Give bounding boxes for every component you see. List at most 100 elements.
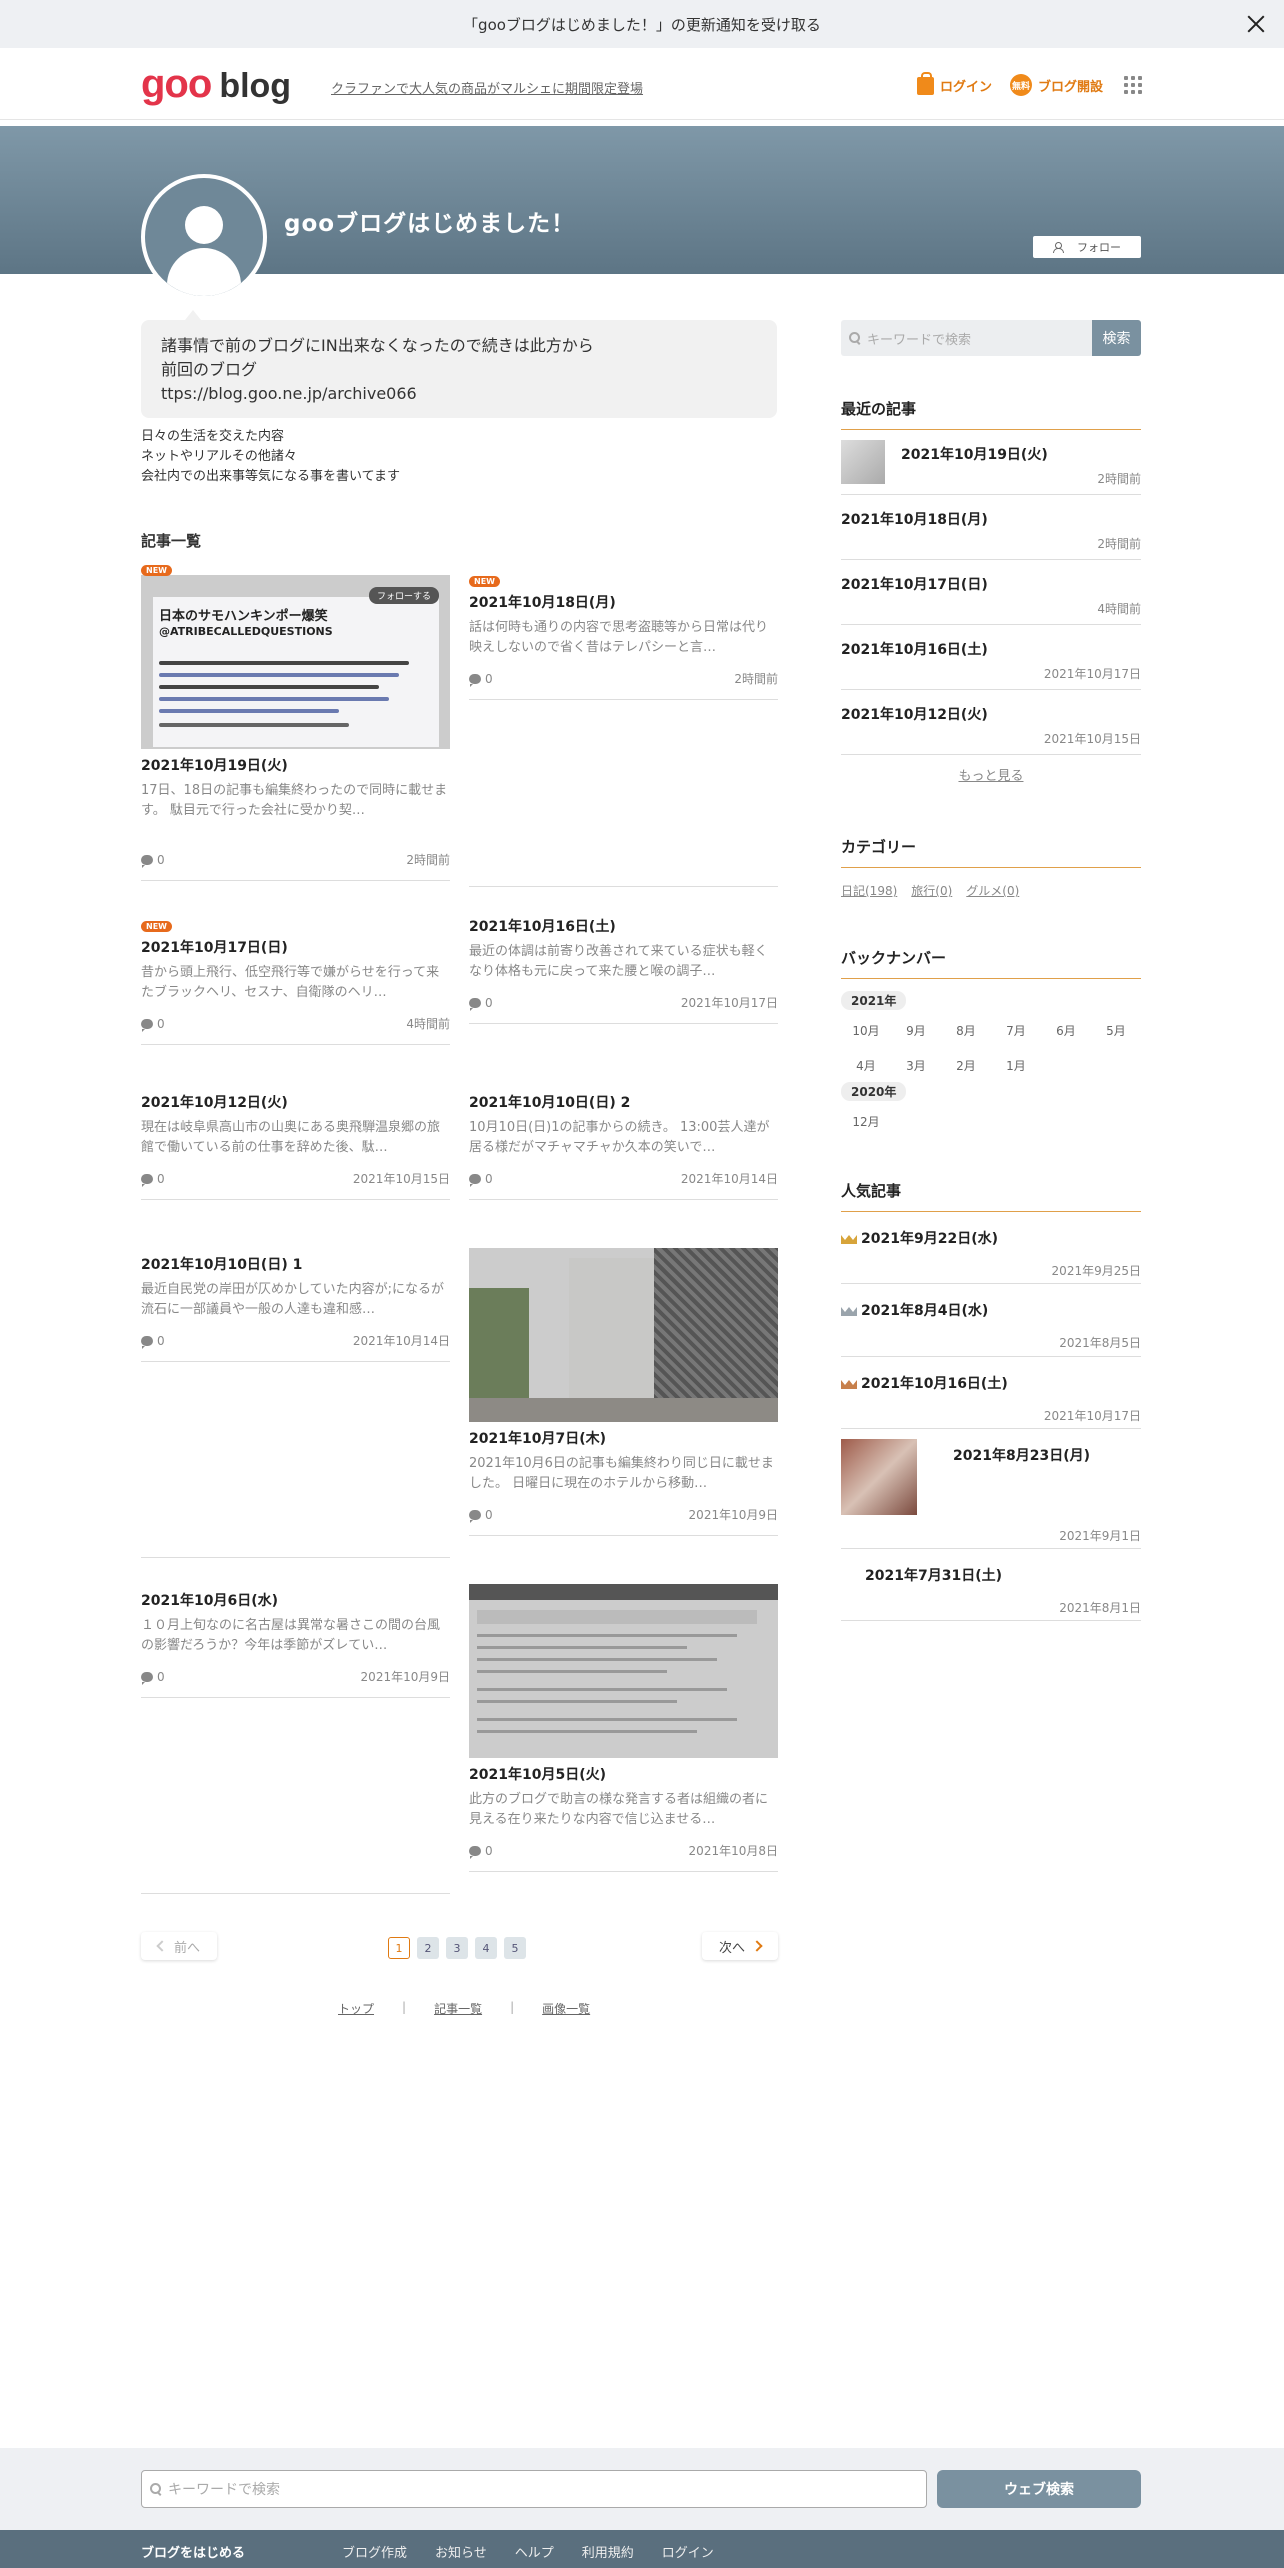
month-link[interactable]: 10月 xyxy=(841,1022,891,1039)
page-2[interactable]: 2 xyxy=(417,1937,439,1959)
article-thumbnail[interactable] xyxy=(469,1584,778,1758)
popular-date[interactable]: 2021年8月4日(水) xyxy=(861,1300,988,1320)
link-top[interactable]: トップ xyxy=(338,2000,374,2017)
article-date[interactable]: 2021年10月12日(火) xyxy=(141,1092,450,1112)
category-diary[interactable]: 日記(198) xyxy=(841,882,897,899)
recent-date[interactable]: 2021年10月18日(月) xyxy=(841,509,988,529)
open-blog-link[interactable]: 無料 ブログ開設 xyxy=(1010,74,1103,96)
popular-item[interactable]: 2021年8月23日(月) 2021年9月1日 xyxy=(841,1429,1141,1549)
popular-item[interactable]: 2021年9月22日(水) 2021年9月25日 xyxy=(841,1212,1141,1284)
recent-item[interactable]: 2021年10月19日(火) 2時間前 xyxy=(841,430,1141,495)
comment-icon xyxy=(141,1173,153,1187)
article-excerpt: 昔から頭上飛行、低空飛行等で嫌がらせを行って来たブラックヘリ、セスナ、自衛隊のヘ… xyxy=(141,965,440,1000)
month-link[interactable]: 12月 xyxy=(841,1113,891,1130)
page-3[interactable]: 3 xyxy=(446,1937,468,1959)
start-blog-title[interactable]: ブログをはじめる xyxy=(141,2542,245,2561)
article-thumbnail[interactable] xyxy=(469,1248,778,1422)
footer-link-create[interactable]: ブログ作成 xyxy=(342,2542,407,2561)
sidebar-search-button[interactable]: 検索 xyxy=(1092,320,1141,356)
footer-search-input[interactable]: キーワードで検索 xyxy=(141,2470,927,2508)
popular-item[interactable]: 2021年7月31日(土) 2021年8月1日 xyxy=(841,1549,1141,1621)
avatar[interactable] xyxy=(141,174,267,300)
popular-thumbnail[interactable] xyxy=(841,1439,917,1515)
popular-date[interactable]: 2021年10月16日(土) xyxy=(861,1373,1008,1393)
footer-link-login[interactable]: ログイン xyxy=(662,2542,714,2561)
footer-link-help[interactable]: ヘルプ xyxy=(515,2542,554,2561)
month-link[interactable]: 9月 xyxy=(891,1022,941,1039)
recent-date[interactable]: 2021年10月16日(土) xyxy=(841,639,988,659)
popular-item[interactable]: 2021年10月16日(土) 2021年10月17日 xyxy=(841,1357,1141,1429)
web-search-button[interactable]: ウェブ検索 xyxy=(937,2470,1141,2508)
popular-time: 2021年8月1日 xyxy=(1059,1601,1141,1615)
category-travel[interactable]: 旅行(0) xyxy=(911,882,952,899)
article-date[interactable]: 2021年10月16日(土) xyxy=(469,916,778,936)
month-link[interactable]: 1月 xyxy=(991,1057,1041,1074)
article-date[interactable]: 2021年10月17日(日) xyxy=(141,937,450,957)
month-link[interactable]: 3月 xyxy=(891,1057,941,1074)
article-card[interactable]: NEW 2021年10月18日(月) 話は何時も通りの内容で思考盗聴等から日常は… xyxy=(469,575,778,700)
comment-icon xyxy=(141,1335,153,1349)
month-link[interactable]: 8月 xyxy=(941,1022,991,1039)
recent-date[interactable]: 2021年10月19日(火) xyxy=(901,444,1048,464)
divider xyxy=(469,886,778,887)
recent-item[interactable]: 2021年10月17日(日) 4時間前 xyxy=(841,560,1141,625)
recent-thumbnail[interactable] xyxy=(841,440,885,484)
next-page-button[interactable]: 次へ xyxy=(702,1932,778,1960)
close-icon[interactable] xyxy=(1244,12,1268,36)
article-date[interactable]: 2021年10月10日(日) 2 xyxy=(469,1092,778,1112)
footer-link-news[interactable]: お知らせ xyxy=(435,2542,487,2561)
article-card[interactable]: 2021年10月12日(火) 現在は岐阜県高山市の山奥にある奥飛騨温泉郷の旅館で… xyxy=(141,1086,450,1200)
app-grid-icon[interactable] xyxy=(1124,76,1142,94)
article-date[interactable]: 2021年10月10日(日) 1 xyxy=(141,1254,450,1274)
article-card[interactable]: 2021年10月10日(日) 1 最近自民党の岸田が仄めかしていた内容が;になる… xyxy=(141,1248,450,1362)
prev-page-button[interactable]: 前へ xyxy=(141,1932,217,1960)
article-card[interactable]: 2021年10月5日(火) 此方のブログで助言の様な発言する者は組織の者に見える… xyxy=(469,1584,778,1872)
article-card[interactable]: 2021年10月6日(水) １０月上旬なのに名古屋は異常な暑さこの間の台風の影響… xyxy=(141,1584,450,1698)
promo-link[interactable]: クラファンで大人気の商品がマルシェに期間限定登場 xyxy=(331,78,643,97)
month-link[interactable]: 6月 xyxy=(1041,1022,1091,1039)
article-card[interactable]: 2021年10月7日(木) 2021年10月6日の記事も編集終わり同じ日に載せま… xyxy=(469,1248,778,1536)
recent-item[interactable]: 2021年10月12日(火) 2021年10月15日 xyxy=(841,690,1141,755)
blog-title[interactable]: gooブログはじめました！ xyxy=(284,204,575,238)
popular-date[interactable]: 2021年8月23日(月) xyxy=(953,1445,1090,1465)
page-5[interactable]: 5 xyxy=(504,1937,526,1959)
month-link[interactable]: 2月 xyxy=(941,1057,991,1074)
login-link[interactable]: ログイン xyxy=(917,71,992,95)
month-link[interactable]: 4月 xyxy=(841,1057,891,1074)
popular-item[interactable]: 2021年8月4日(水) 2021年8月5日 xyxy=(841,1284,1141,1357)
follow-button[interactable]: フォロー xyxy=(1033,236,1141,258)
recent-item[interactable]: 2021年10月18日(月) 2時間前 xyxy=(841,495,1141,560)
prev-label: 前へ xyxy=(173,1940,200,1956)
article-date[interactable]: 2021年10月18日(月) xyxy=(469,592,778,612)
divider xyxy=(141,1557,450,1558)
recent-date[interactable]: 2021年10月17日(日) xyxy=(841,574,988,594)
more-link[interactable]: もっと見る xyxy=(841,765,1141,784)
category-gourmet[interactable]: グルメ(0) xyxy=(966,882,1019,899)
category-heading: カテゴリー xyxy=(841,836,1141,868)
link-image-list[interactable]: 画像一覧 xyxy=(542,2000,590,2017)
article-card[interactable]: 2021年10月16日(土) 最近の体調は前寄り改善されて来ている症状も軽くなり… xyxy=(469,910,778,1024)
link-article-list[interactable]: 記事一覧 xyxy=(434,2000,482,2017)
recent-item[interactable]: 2021年10月16日(土) 2021年10月17日 xyxy=(841,625,1141,690)
footer-link-terms[interactable]: 利用規約 xyxy=(582,2542,634,2561)
page-1[interactable]: 1 xyxy=(388,1937,410,1959)
article-card[interactable]: NEW 2021年10月17日(日) 昔から頭上飛行、低空飛行等で嫌がらせを行っ… xyxy=(141,920,450,1045)
article-thumbnail[interactable]: フォローする 日本のサモハンキンポー爆笑 @ATRIBECALLEDQUESTI… xyxy=(141,575,450,749)
page-4[interactable]: 4 xyxy=(475,1937,497,1959)
popular-date[interactable]: 2021年9月22日(水) xyxy=(861,1228,998,1248)
article-card[interactable]: 2021年10月10日(日) 2 10月10日(日)1の記事からの続き。 13:… xyxy=(469,1086,778,1200)
notification-text[interactable]: 「gooブログはじめました！」の更新通知を受け取る xyxy=(463,14,821,35)
popular-date[interactable]: 2021年7月31日(土) xyxy=(865,1565,1002,1585)
article-date[interactable]: 2021年10月19日(火) xyxy=(141,755,450,775)
article-card[interactable]: フォローする 日本のサモハンキンポー爆笑 @ATRIBECALLEDQUESTI… xyxy=(141,565,450,881)
article-date[interactable]: 2021年10月6日(水) xyxy=(141,1590,450,1610)
footer-search-placeholder: キーワードで検索 xyxy=(168,2482,280,2498)
article-date[interactable]: 2021年10月5日(火) xyxy=(469,1764,778,1784)
month-link[interactable]: 5月 xyxy=(1091,1022,1141,1039)
sidebar-search-input[interactable]: キーワードで検索 xyxy=(841,320,1092,356)
article-date[interactable]: 2021年10月7日(木) xyxy=(469,1428,778,1448)
recent-date[interactable]: 2021年10月12日(火) xyxy=(841,704,988,724)
month-link[interactable]: 7月 xyxy=(991,1022,1041,1039)
goo-blog-logo[interactable]: goo blog xyxy=(141,62,291,107)
notification-bar[interactable]: 「gooブログはじめました！」の更新通知を受け取る xyxy=(0,0,1284,48)
